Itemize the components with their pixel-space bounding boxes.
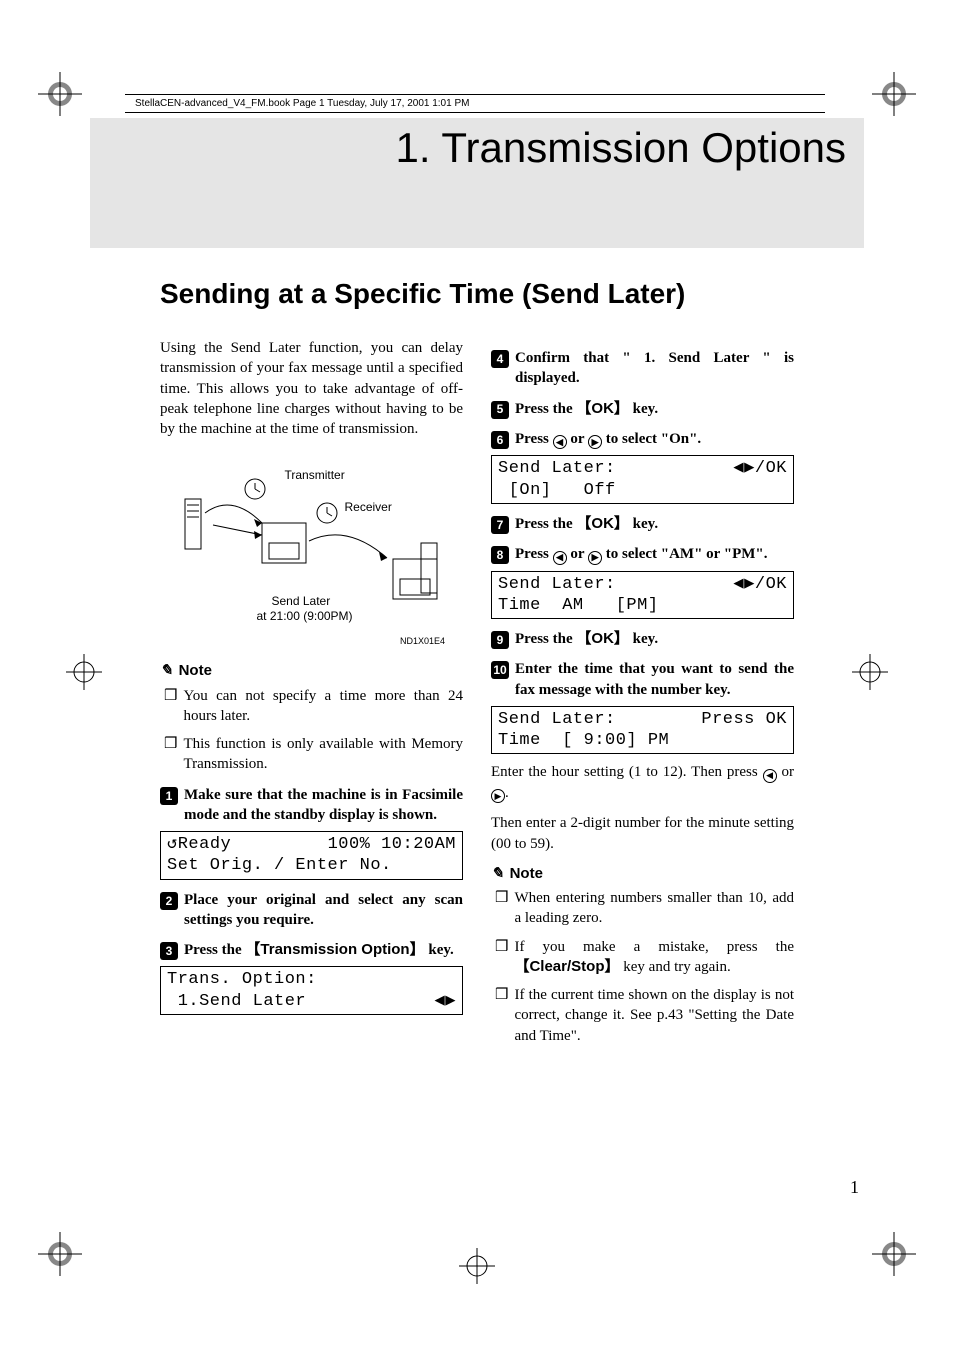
pencil-icon: ✎ — [160, 661, 173, 681]
step-text-part: key. — [629, 516, 658, 532]
step-badge: 5 — [491, 401, 509, 419]
lcd-line: Set Orig. / Enter No. — [167, 856, 392, 875]
lcd-line-right: ◀▶/OK — [733, 574, 787, 595]
header-strip: StellaCEN-advanced_V4_FM.book Page 1 Tue… — [135, 98, 469, 109]
chapter-banner: 1. Transmission Options — [90, 118, 864, 248]
lcd-line: Send Later: — [498, 575, 616, 594]
diagram-code: ND1X01E4 — [160, 635, 445, 647]
lcd-line: ↺Ready — [167, 835, 231, 854]
step-text: Confirm that " 1. Send Later " is displa… — [515, 348, 794, 389]
note-item: If the current time shown on the display… — [514, 985, 794, 1046]
lcd-line: 1.Send Later — [167, 992, 306, 1011]
lcd-line-right: ◀▶ — [435, 991, 456, 1012]
lcd-display: Send Later: ◀▶/OK [On] Off — [491, 455, 794, 504]
step-text: Press the OK key. — [515, 514, 658, 534]
step-badge: 3 — [160, 942, 178, 960]
note-item: When entering numbers smaller than 10, a… — [514, 888, 794, 929]
step-text-part: key. — [629, 631, 658, 647]
lcd-line: Time [ 9:00] PM — [498, 731, 669, 750]
lcd-line: Trans. Option: — [167, 970, 317, 989]
note-item: You can not specify a time more than 24 … — [183, 686, 463, 727]
key-transmission-option: Transmission Option — [245, 941, 424, 958]
step-badge: 10 — [491, 661, 509, 679]
lcd-line: Time AM [PM] — [498, 596, 659, 615]
note-heading-text: Note — [179, 661, 212, 681]
note-heading-text: Note — [510, 864, 543, 884]
note-text-part: If you make a mistake, press the — [514, 939, 794, 955]
note-text-part: key and try again. — [620, 959, 731, 975]
lcd-line-right: 100% 10:20AM — [328, 834, 456, 855]
pencil-icon: ✎ — [491, 864, 504, 884]
lcd-line: [On] Off — [498, 481, 616, 500]
lcd-line-right: ◀▶/OK — [733, 458, 787, 479]
step-badge: 7 — [491, 516, 509, 534]
body-text: Then enter a 2-digit number for the minu… — [491, 813, 794, 854]
left-column: Using the Send Later function, you can d… — [160, 338, 463, 1054]
step-text-part: Press — [515, 546, 553, 562]
chapter-title: 1. Transmission Options — [395, 124, 846, 172]
step-badge: 8 — [491, 546, 509, 564]
step-text-part: key. — [629, 401, 658, 417]
right-arrow-icon: ▶ — [588, 435, 602, 449]
intro-paragraph: Using the Send Later function, you can d… — [160, 338, 463, 439]
note-heading: ✎ Note — [160, 661, 463, 681]
step-badge: 4 — [491, 350, 509, 368]
step-text-part: Press the — [515, 401, 576, 417]
key-ok: OK — [576, 515, 629, 532]
send-later-diagram: Transmitter Receiver Send Later at 21:00… — [177, 453, 447, 633]
right-arrow-icon: ▶ — [588, 551, 602, 565]
body-text-part: Enter the hour setting (1 to 12). Then p… — [491, 764, 763, 780]
section-title: Sending at a Specific Time (Send Later) — [160, 278, 864, 310]
step-text: Press ◀ or ▶ to select "On". — [515, 429, 701, 450]
crop-mark-icon — [872, 72, 916, 116]
step-text-part: key. — [425, 942, 454, 958]
diagram-transmitter-label: Transmitter — [285, 467, 345, 483]
step-badge: 9 — [491, 631, 509, 649]
key-clear-stop: Clear/Stop — [514, 958, 619, 975]
step-text-part: Press the — [184, 942, 245, 958]
lcd-display: Send Later: Press OK Time [ 9:00] PM — [491, 706, 794, 755]
note-heading: ✎ Note — [491, 864, 794, 884]
right-column: 4 Confirm that " 1. Send Later " is disp… — [491, 338, 794, 1054]
step-text: Press ◀ or ▶ to select "AM" or "PM". — [515, 544, 768, 565]
left-arrow-icon: ◀ — [553, 551, 567, 565]
step-text-part: Press the — [515, 631, 576, 647]
diagram-receiver-label: Receiver — [345, 499, 392, 515]
step-text: Enter the time that you want to send the… — [515, 659, 794, 700]
step-text-part: to select "On". — [602, 431, 701, 447]
step-text-part: to select "AM" or "PM". — [602, 546, 767, 562]
key-ok: OK — [576, 400, 629, 417]
step-text: Place your original and select any scan … — [184, 890, 463, 931]
body-text-part: . — [505, 785, 509, 801]
step-badge: 1 — [160, 787, 178, 805]
page-number: 1 — [850, 1177, 859, 1198]
crop-mark-icon — [872, 1232, 916, 1276]
right-arrow-icon: ▶ — [491, 789, 505, 803]
lcd-line-right: Press OK — [701, 709, 787, 730]
crop-mark-icon — [38, 72, 82, 116]
step-text: Press the OK key. — [515, 399, 658, 419]
step-text-part: Press — [515, 431, 553, 447]
step-text: Press the OK key. — [515, 629, 658, 649]
diagram-time-label: at 21:00 (9:00PM) — [257, 608, 353, 624]
step-text: Make sure that the machine is in Facsimi… — [184, 785, 463, 826]
body-text: Enter the hour setting (1 to 12). Then p… — [491, 762, 794, 803]
diagram-sendlater-label: Send Later — [272, 593, 331, 609]
crop-mark-icon — [38, 1232, 82, 1276]
left-arrow-icon: ◀ — [763, 769, 777, 783]
lcd-line: Send Later: — [498, 710, 616, 729]
lcd-line: Send Later: — [498, 459, 616, 478]
key-ok: OK — [576, 630, 629, 647]
step-text: Press the Transmission Option key. — [184, 940, 454, 960]
lcd-display: Send Later: ◀▶/OK Time AM [PM] — [491, 571, 794, 620]
step-text-part: Press the — [515, 516, 576, 532]
left-arrow-icon: ◀ — [553, 435, 567, 449]
lcd-display: ↺Ready 100% 10:20AM Set Orig. / Enter No. — [160, 831, 463, 880]
note-item: This function is only available with Mem… — [183, 734, 463, 775]
step-badge: 2 — [160, 892, 178, 910]
note-item: If you make a mistake, press the Clear/S… — [514, 937, 794, 978]
lcd-display: Trans. Option: 1.Send Later ◀▶ — [160, 966, 463, 1015]
step-badge: 6 — [491, 431, 509, 449]
